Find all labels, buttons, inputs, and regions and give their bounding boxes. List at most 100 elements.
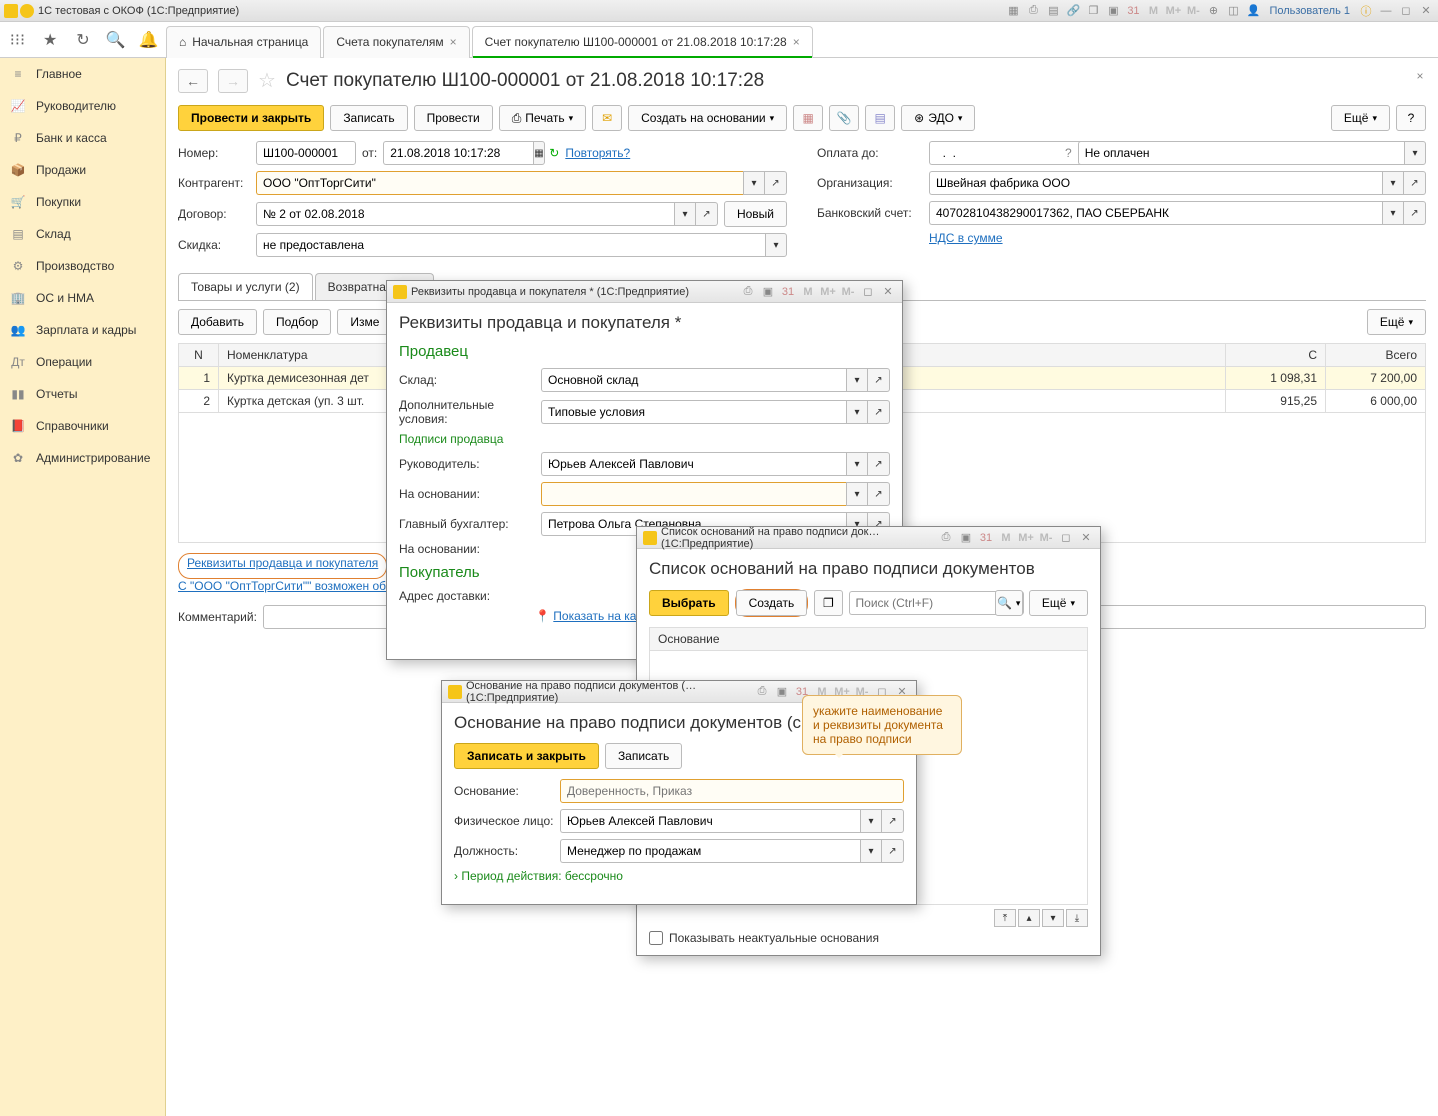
print-button[interactable]: ⎙Печать▾ [499,105,586,131]
open-icon[interactable]: ↗ [696,202,718,226]
org-input[interactable] [929,171,1382,195]
subtab-goods[interactable]: Товары и услуги (2) [178,273,313,300]
m-plus-icon[interactable]: M+ [1165,3,1181,19]
open-icon[interactable]: ↗ [882,839,904,863]
close-doc-icon[interactable]: × [1410,66,1430,86]
copy-button[interactable]: ❐ [814,590,842,616]
restore-icon[interactable]: ◻ [1058,530,1074,546]
open-icon[interactable]: ↗ [882,809,904,833]
calendar-icon[interactable]: 31 [978,530,994,546]
num-input[interactable] [256,141,356,165]
history-icon[interactable]: ↻ [70,26,97,54]
search-input[interactable] [849,591,1017,615]
print-icon[interactable]: ⎙ [754,684,770,700]
dropdown-icon[interactable]: ▾ [674,202,696,226]
close-icon[interactable]: ✕ [1418,3,1434,19]
m-minus-icon[interactable]: M- [840,284,856,300]
exchange-link[interactable]: С "ООО "ОптТоргСити"" возможен обмен [178,579,407,593]
list-button[interactable]: ▤ [865,105,895,131]
minimize-icon[interactable]: — [1378,3,1394,19]
calc-icon[interactable]: ▣ [1105,3,1121,19]
help-button[interactable]: ? [1396,105,1426,131]
edo-button[interactable]: ⊛ЭДО▾ [901,105,975,131]
tab-current[interactable]: Счет покупателю Ш100-000001 от 21.08.201… [472,26,813,58]
pos-input[interactable] [560,839,860,863]
tab-invoices[interactable]: Счета покупателям × [323,26,469,58]
restore-icon[interactable]: ◻ [860,284,876,300]
open-icon[interactable]: ↗ [868,482,890,506]
info-icon[interactable]: ⓘ [1358,3,1374,19]
open-icon[interactable]: ↗ [1404,201,1426,225]
close-icon[interactable]: ✕ [1078,530,1094,546]
pick-button[interactable]: Подбор [263,309,331,335]
help-mini-icon[interactable]: ? [1065,146,1072,160]
post-button[interactable]: Провести [414,105,493,131]
print-icon[interactable]: ⎙ [1025,3,1041,19]
addcond-input[interactable] [541,400,846,424]
tab-home[interactable]: ⌂ Начальная страница [166,26,321,58]
vat-link[interactable]: НДС в сумме [929,231,1003,245]
dropdown-icon[interactable]: ▾ [1404,141,1426,165]
sidebar-item-ops[interactable]: ДтОперации [0,346,165,378]
m-minus-icon[interactable]: M- [1038,530,1054,546]
sidebar-item-manager[interactable]: 📈Руководителю [0,90,165,122]
tool-icon-1[interactable]: ▦ [1005,3,1021,19]
col-c[interactable]: С [1226,344,1326,367]
open-icon[interactable]: ↗ [868,452,890,476]
calc-icon[interactable]: ▣ [958,530,974,546]
write-button[interactable]: Записать [605,743,682,769]
reason-input[interactable] [560,779,904,803]
m-plus-icon[interactable]: M+ [820,284,836,300]
scroll-top-icon[interactable]: ⤒ [994,909,1016,927]
sidebar-item-admin[interactable]: ✿Администрирование [0,442,165,474]
more-button[interactable]: Ещё▾ [1331,105,1390,131]
calendar-picker-icon[interactable]: ▦ [533,141,544,165]
scroll-up-icon[interactable]: ▴ [1018,909,1040,927]
copy-icon[interactable]: ❐ [1085,3,1101,19]
dropdown-icon[interactable]: ▾ [846,452,868,476]
user-name[interactable]: Пользователь 1 [1269,5,1350,17]
sidebar-item-main[interactable]: ≡Главное [0,58,165,90]
sidebar-item-stock[interactable]: ▤Склад [0,218,165,250]
new-contract-button[interactable]: Новый [724,201,787,227]
dropdown-icon[interactable]: ▾ [860,839,882,863]
apps-icon[interactable]: ⁝⁝⁝ [4,26,31,54]
panel-icon[interactable]: ◫ [1225,3,1241,19]
create-based-button[interactable]: Создать на основании▾ [628,105,787,131]
user-icon[interactable]: 👤 [1245,3,1261,19]
link-icon[interactable]: 🔗 [1065,3,1081,19]
structure-button[interactable]: ▦ [793,105,823,131]
print-icon[interactable]: ⎙ [938,530,954,546]
dropdown-icon[interactable]: ▾ [1382,201,1404,225]
change-button[interactable]: Изме [337,309,392,335]
dropdown-icon[interactable]: ▾ [846,368,868,392]
col-n[interactable]: N [179,344,219,367]
write-close-button[interactable]: Записать и закрыть [454,743,599,769]
choose-button[interactable]: Выбрать [649,590,729,616]
fwd-button[interactable]: → [218,69,248,93]
m-icon[interactable]: M [998,530,1014,546]
tab-close-icon[interactable]: × [450,35,457,49]
attach-button[interactable]: 📎 [829,105,859,131]
app-dropdown-icon[interactable] [20,4,34,18]
calc-icon[interactable]: ▣ [774,684,790,700]
star-outline-icon[interactable]: ☆ [258,68,276,93]
disc-input[interactable] [256,233,765,257]
star-icon[interactable]: ★ [37,26,64,54]
open-icon[interactable]: ↗ [1404,171,1426,195]
doc-icon[interactable]: ▤ [1045,3,1061,19]
show-map-link[interactable]: Показать на карт [553,609,648,623]
period-row[interactable]: › Период действия: бессрочно [454,869,904,883]
mgr-input[interactable] [541,452,846,476]
sidebar-item-bank[interactable]: ₽Банк и касса [0,122,165,154]
open-icon[interactable]: ↗ [868,400,890,424]
repeat-link[interactable]: Повторять? [565,146,630,160]
print-icon[interactable]: ⎙ [740,284,756,300]
dropdown-icon[interactable]: ▾ [765,233,787,257]
scroll-bottom-icon[interactable]: ⤓ [1066,909,1088,927]
find-button[interactable]: 🔍▾ [995,590,1023,616]
show-inactive-checkbox[interactable]: Показывать неактуальные основания [649,931,1088,945]
based-input[interactable] [541,482,846,506]
dropdown-icon[interactable]: ▾ [743,171,765,195]
tab-close-icon[interactable]: × [793,35,800,49]
